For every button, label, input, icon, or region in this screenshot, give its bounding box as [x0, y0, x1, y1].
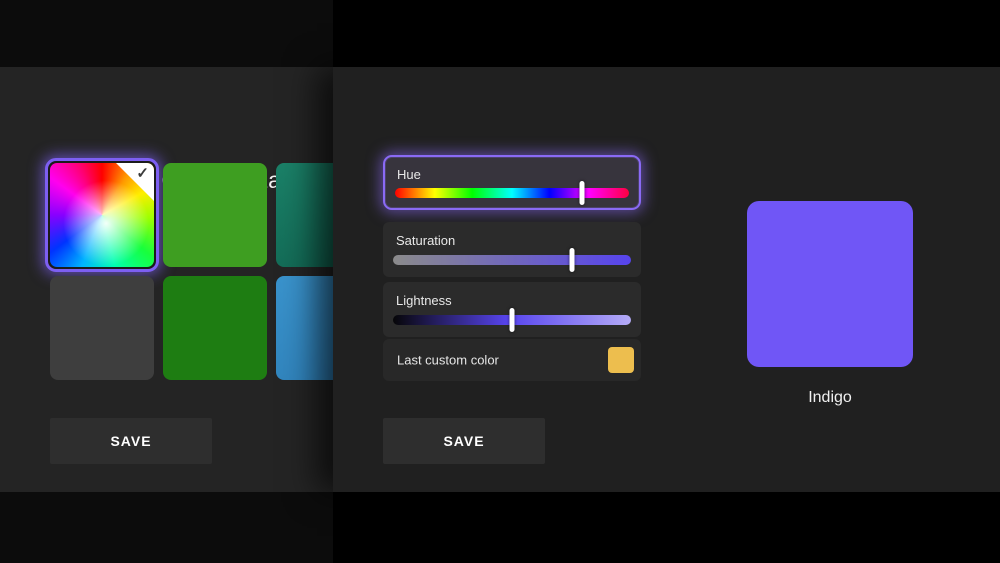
hue-slider-row[interactable]: Hue — [383, 155, 641, 210]
hue-label: Hue — [397, 167, 421, 182]
color-picker-page: My color - Custom: Laver ✓ — [0, 67, 333, 492]
check-icon: ✓ — [136, 165, 149, 182]
saturation-thumb[interactable] — [569, 248, 574, 272]
lightness-thumb[interactable] — [509, 308, 515, 332]
lightness-slider-row[interactable]: Lightness — [383, 282, 641, 337]
color-tile-grid: ✓ — [45, 158, 333, 380]
tile-green[interactable] — [163, 163, 267, 267]
tile-cell: ✓ — [45, 158, 159, 272]
lightness-label: Lightness — [396, 293, 452, 308]
tile-dark-green[interactable] — [163, 276, 267, 380]
color-preview-name: Indigo — [808, 389, 852, 406]
saturation-slider-row[interactable]: Saturation — [383, 222, 641, 277]
spectrum-swatch: ✓ — [50, 163, 154, 267]
lightness-track[interactable] — [393, 308, 631, 332]
tile-cell — [50, 276, 154, 380]
saturation-label: Saturation — [396, 233, 456, 248]
tile-cell — [163, 163, 267, 267]
last-custom-color-row[interactable]: Last custom color — [383, 339, 641, 381]
page-save-button[interactable]: SAVE — [50, 418, 212, 464]
hue-track[interactable] — [395, 181, 629, 205]
screen: My color - Custom: Laver ✓ — [0, 0, 1000, 563]
last-custom-color-label: Last custom color — [397, 352, 499, 368]
saturation-track[interactable] — [393, 248, 631, 272]
my-color-dialog: My color Hue Saturation Lightness Last c… — [333, 67, 1000, 492]
color-preview-swatch — [747, 201, 913, 367]
tile-dark-gray[interactable] — [50, 276, 154, 380]
tile-blue[interactable] — [276, 276, 333, 380]
tile-cell — [276, 163, 333, 267]
hue-thumb[interactable] — [579, 181, 585, 205]
tile-cell — [163, 276, 267, 380]
dialog-save-button[interactable]: SAVE — [383, 418, 545, 464]
tile-cell — [276, 276, 333, 380]
tile-teal[interactable] — [276, 163, 333, 267]
tile-custom-spectrum-selected[interactable]: ✓ — [45, 158, 159, 272]
last-custom-color-swatch[interactable] — [608, 347, 634, 373]
